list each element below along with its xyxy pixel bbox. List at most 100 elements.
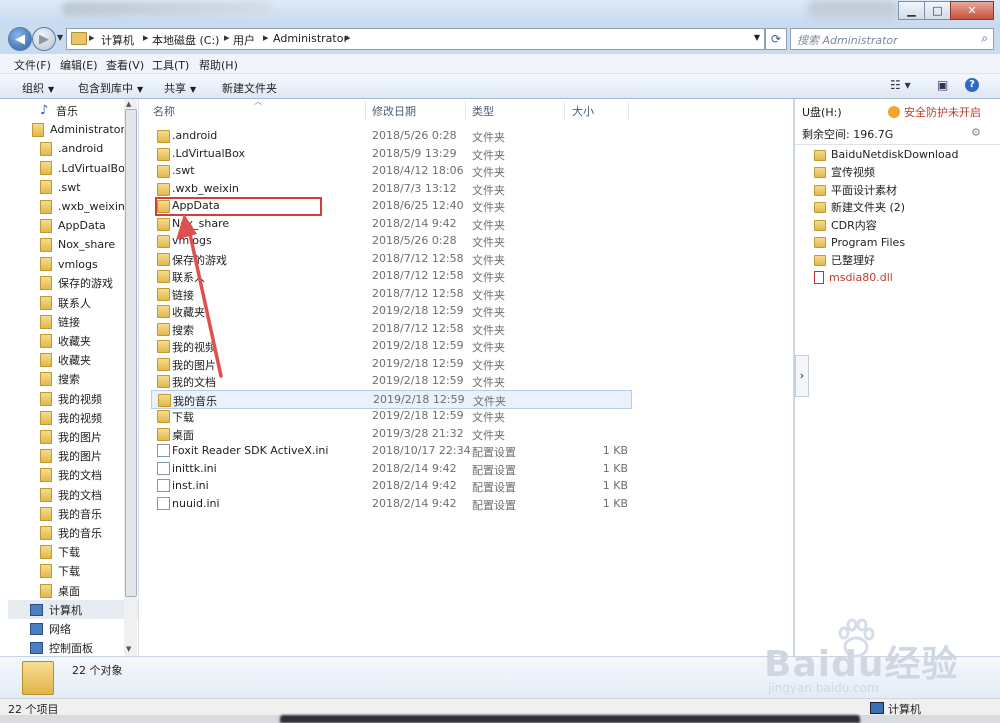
address-dropdown-icon[interactable]: ▼ (754, 33, 760, 42)
minimize-button[interactable]: ▁ (898, 1, 925, 20)
search-input[interactable]: 搜索 Administrator ⌕ (790, 28, 994, 50)
file-row[interactable]: .LdVirtualBox 2018/5/9 13:29 文件夹 (151, 145, 631, 162)
help-button[interactable]: ? (965, 78, 979, 92)
nav-item[interactable]: 收藏夹 (40, 351, 91, 370)
file-row[interactable]: 收藏夹 2019/2/18 12:59 文件夹 (151, 302, 631, 319)
file-row[interactable]: .android 2018/5/26 0:28 文件夹 (151, 127, 631, 144)
column-header-name[interactable]: 名称 (153, 99, 175, 123)
new-folder-button[interactable]: 新建文件夹 (222, 80, 277, 96)
breadcrumb-separator-icon[interactable]: ▸ (224, 31, 230, 44)
nav-item[interactable]: 搜索 (40, 370, 80, 389)
organize-button[interactable]: 组织 ▼ (22, 80, 54, 96)
nav-item[interactable]: 控制面板 (30, 639, 93, 656)
preview-item[interactable]: BaiduNetdiskDownload (814, 146, 958, 163)
nav-item[interactable]: 收藏夹 (40, 331, 91, 350)
file-row[interactable]: nuuid.ini 2018/2/14 9:42 配置设置 1 KB (151, 495, 631, 512)
nav-item[interactable]: AppData (40, 216, 106, 235)
preview-toggle-button[interactable]: › (795, 355, 809, 397)
file-row[interactable]: 我的文档 2019/2/18 12:59 文件夹 (151, 372, 631, 389)
file-row[interactable]: 保存的游戏 2018/7/12 12:58 文件夹 (151, 250, 631, 267)
address-bar[interactable]: ▸ 计算机 ▸ 本地磁盘 (C:) ▸ 用户 ▸ Administrator ▸… (66, 28, 765, 50)
nav-item[interactable]: ♪ 音乐 (40, 101, 78, 120)
menu-view[interactable]: 查看(V) (106, 57, 144, 73)
menu-help[interactable]: 帮助(H) (199, 57, 238, 73)
recent-pages-dropdown[interactable]: ▼ (57, 33, 63, 42)
maximize-button[interactable]: □ (924, 1, 951, 20)
file-row[interactable]: inst.ini 2018/2/14 9:42 配置设置 1 KB (151, 477, 631, 494)
nav-item[interactable]: 下载 (40, 562, 80, 581)
menu-tools[interactable]: 工具(T) (152, 57, 189, 73)
column-separator[interactable] (628, 101, 629, 121)
forward-button[interactable]: ▶ (32, 27, 56, 51)
nav-item[interactable]: 我的图片 (40, 447, 102, 466)
refresh-button[interactable]: ⟳ (765, 28, 787, 50)
nav-item[interactable]: Administrator (32, 120, 125, 139)
breadcrumb-separator-icon[interactable]: ▸ (263, 31, 269, 44)
column-header-date[interactable]: 修改日期 (372, 99, 416, 123)
nav-item[interactable]: 联系人 (40, 293, 91, 312)
file-row[interactable]: 搜索 2018/7/12 12:58 文件夹 (151, 320, 631, 337)
nav-item[interactable]: vmlogs (40, 255, 98, 274)
search-icon[interactable]: ⌕ (981, 31, 988, 46)
nav-item[interactable]: 我的文档 (40, 485, 102, 504)
breadcrumb-computer[interactable]: 计算机 (101, 32, 134, 48)
nav-item[interactable]: .swt (40, 178, 81, 197)
file-row[interactable]: 我的视频 2019/2/18 12:59 文件夹 (151, 337, 631, 354)
preview-item[interactable]: 新建文件夹 (2) (814, 199, 905, 216)
column-separator[interactable] (564, 101, 565, 121)
file-row[interactable]: 联系人 2018/7/12 12:58 文件夹 (151, 267, 631, 284)
file-row[interactable]: .swt 2018/4/12 18:06 文件夹 (151, 162, 631, 179)
nav-item[interactable]: 我的音乐 (40, 523, 102, 542)
preview-item[interactable]: 平面设计素材 (814, 181, 897, 198)
breadcrumb-administrator[interactable]: Administrator (273, 32, 348, 45)
menu-edit[interactable]: 编辑(E) (60, 57, 98, 73)
file-row[interactable]: inittk.ini 2018/2/14 9:42 配置设置 1 KB (151, 460, 631, 477)
nav-item[interactable]: 我的视频 (40, 389, 102, 408)
nav-item[interactable]: 下载 (40, 543, 80, 562)
breadcrumb-local-disk[interactable]: 本地磁盘 (C:) (152, 32, 219, 48)
nav-item[interactable]: 计算机 (8, 600, 138, 620)
nav-item[interactable]: Nox_share (40, 235, 115, 254)
file-row[interactable]: .wxb_weixin 2018/7/3 13:12 文件夹 (151, 180, 631, 197)
breadcrumb-separator-icon[interactable]: ▸ (143, 31, 149, 44)
menu-file[interactable]: 文件(F) (14, 57, 51, 73)
preview-item[interactable]: Program Files (814, 234, 905, 251)
file-row[interactable]: Nox_share 2018/2/14 9:42 文件夹 (151, 215, 631, 232)
breadcrumb-separator-icon[interactable]: ▸ (89, 31, 95, 44)
view-options-icon[interactable]: ☷ ▾ (890, 78, 911, 92)
nav-item[interactable]: 链接 (40, 312, 80, 331)
preview-pane-icon[interactable]: ▣ (937, 78, 948, 92)
nav-item[interactable]: 我的文档 (40, 466, 102, 485)
column-separator[interactable] (465, 101, 466, 121)
security-status[interactable]: 安全防护未开启 (888, 104, 981, 120)
preview-item[interactable]: 宣传视频 (814, 164, 875, 181)
nav-item[interactable]: .wxb_weixin (40, 197, 125, 216)
scroll-thumb[interactable] (125, 109, 137, 597)
scroll-down-icon[interactable]: ▼ (126, 645, 131, 653)
preview-item[interactable]: 已整理好 (814, 251, 875, 268)
gear-icon[interactable]: ⚙ (971, 126, 981, 139)
file-row[interactable]: 桌面 2019/3/28 21:32 文件夹 (151, 425, 631, 442)
include-in-library-button[interactable]: 包含到库中 ▼ (78, 80, 143, 96)
close-button[interactable]: ✕ (950, 1, 994, 20)
nav-item[interactable]: 保存的游戏 (40, 274, 113, 293)
nav-item[interactable]: 桌面 (40, 581, 80, 600)
share-button[interactable]: 共享 ▼ (164, 80, 196, 96)
nav-item[interactable]: 我的音乐 (40, 504, 102, 523)
file-row[interactable]: 链接 2018/7/12 12:58 文件夹 (151, 285, 631, 302)
file-row[interactable]: Foxit Reader SDK ActiveX.ini 2018/10/17 2… (151, 442, 631, 459)
file-row[interactable]: vmlogs 2018/5/26 0:28 文件夹 (151, 232, 631, 249)
column-header-type[interactable]: 类型 (472, 99, 494, 123)
back-button[interactable]: ◀ (8, 27, 32, 51)
breadcrumb-users[interactable]: 用户 (233, 32, 255, 48)
nav-item[interactable]: .LdVirtualBox (40, 159, 131, 178)
nav-item[interactable]: .android (40, 139, 103, 158)
file-row[interactable]: 我的音乐 2019/2/18 12:59 文件夹 (151, 389, 632, 409)
nav-item[interactable]: 我的图片 (40, 427, 102, 446)
nav-item[interactable]: 我的视频 (40, 408, 102, 427)
file-row[interactable]: 我的图片 2019/2/18 12:59 文件夹 (151, 355, 631, 372)
preview-item[interactable]: CDR内容 (814, 216, 877, 233)
column-separator[interactable] (365, 101, 366, 121)
nav-scrollbar[interactable]: ▲ ▼ (124, 99, 137, 656)
scroll-up-icon[interactable]: ▲ (126, 100, 131, 108)
